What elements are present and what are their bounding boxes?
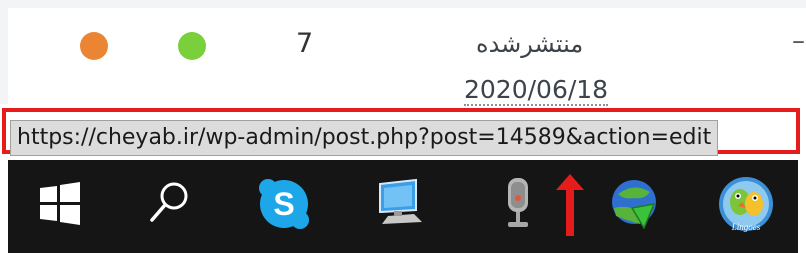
windows-start-icon[interactable] [30, 174, 90, 234]
url-highlight-box: https://cheyab.ir/wp-admin/post.php?post… [2, 108, 800, 156]
search-icon[interactable] [140, 174, 200, 234]
skype-icon[interactable]: S [254, 174, 314, 234]
readability-green-dot [178, 32, 206, 60]
idm-download-icon[interactable] [604, 174, 664, 234]
comment-count[interactable]: 7 [296, 28, 313, 59]
svg-text:S: S [273, 186, 294, 222]
taskbar-bar: S Lingoes [8, 160, 798, 253]
windows-taskbar: S Lingoes [0, 160, 806, 253]
post-status: منتشرشده [476, 30, 584, 58]
row-separator [8, 0, 806, 8]
red-up-arrow-icon [550, 174, 590, 236]
this-pc-icon[interactable] [368, 174, 428, 234]
column-dash: – [792, 26, 805, 56]
lingoes-label: Lingoes [731, 222, 761, 232]
microphone-icon[interactable] [488, 174, 548, 234]
seo-score-orange-dot [80, 32, 108, 60]
row-left-edge [0, 0, 8, 104]
lingoes-icon[interactable]: Lingoes [716, 174, 776, 234]
post-date: 2020/06/18 [464, 75, 609, 106]
post-list-row: 7 منتشرشده 2020/06/18 – [0, 0, 806, 106]
status-bar-url: https://cheyab.ir/wp-admin/post.php?post… [10, 120, 719, 156]
